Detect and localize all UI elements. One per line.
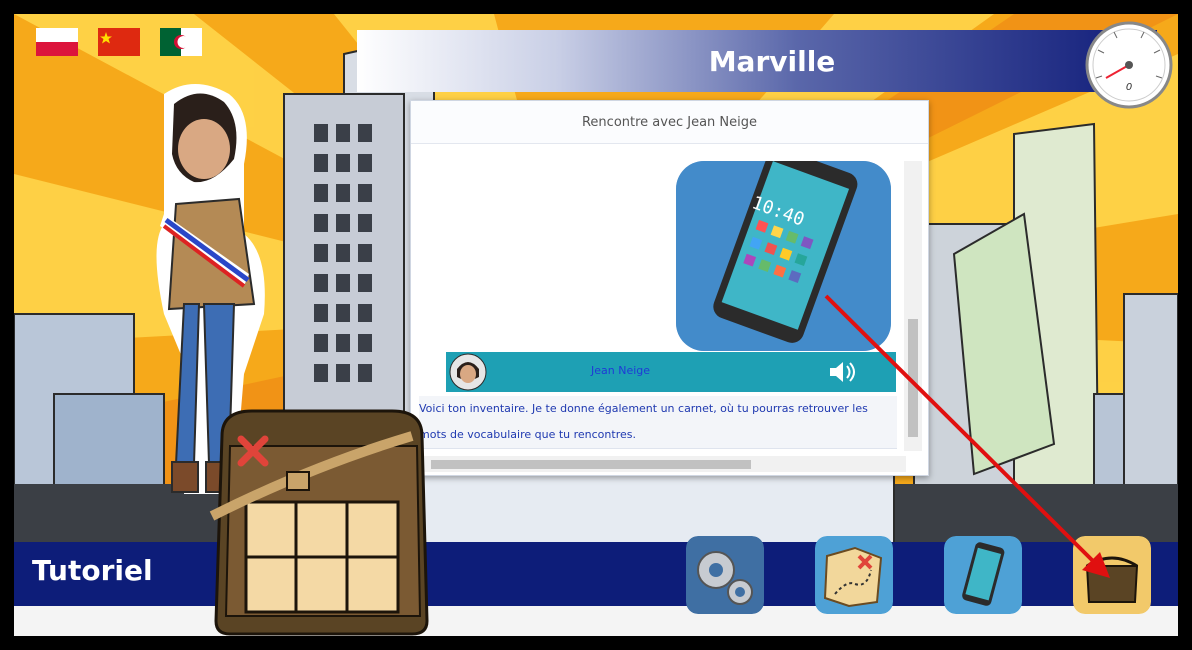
message-text: Voici ton inventaire. Je te donne égalem… <box>419 396 897 449</box>
page-title: Marville <box>708 44 836 78</box>
settings-gears-icon[interactable] <box>686 536 764 614</box>
speedometer-value: 0 <box>1125 82 1133 93</box>
china-flag-icon[interactable] <box>98 28 140 56</box>
algeria-flag-icon[interactable] <box>160 28 202 56</box>
vertical-scroll-thumb[interactable] <box>908 319 918 437</box>
speaker-name: Jean Neige <box>591 364 651 377</box>
game-stage: Marville 0 Rencontre avec Jean Neige 10:… <box>14 14 1178 636</box>
horizontal-scroll-thumb[interactable] <box>431 460 751 469</box>
phone-icon[interactable] <box>944 536 1022 614</box>
poland-flag-icon[interactable] <box>36 28 78 56</box>
tutoriel-label: Tutoriel <box>32 554 153 587</box>
bag-inventory-icon[interactable] <box>1073 536 1151 614</box>
game-frame: Marville 0 Rencontre avec Jean Neige 10:… <box>0 0 1192 650</box>
speaker-sound-icon[interactable] <box>828 359 858 385</box>
speaker-avatar <box>449 353 487 391</box>
speedometer-icon <box>1085 21 1173 109</box>
dialog-title: Rencontre avec Jean Neige <box>411 101 928 144</box>
phone-illustration <box>676 161 891 351</box>
dialog-window: Rencontre avec Jean Neige 10:40 Jean Nei… <box>410 100 929 476</box>
treasure-map-icon[interactable] <box>815 536 893 614</box>
close-icon[interactable] <box>236 434 270 468</box>
